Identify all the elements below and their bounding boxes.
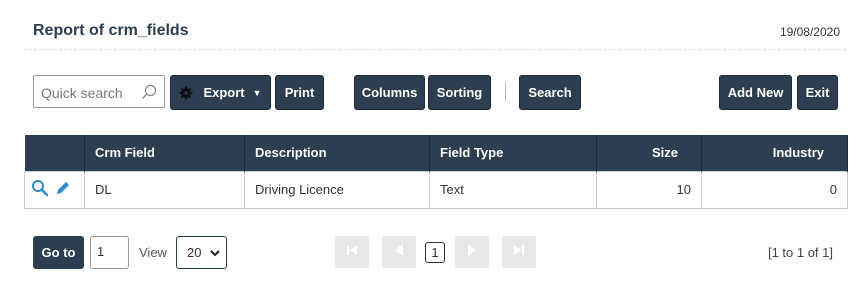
page-size-select[interactable]: 20 [176,236,227,269]
column-header-industry[interactable]: Industry [701,135,848,171]
cell-description: Driving Licence [244,170,430,209]
last-page-button[interactable] [502,236,536,268]
next-page-button[interactable] [455,236,489,268]
chevron-down-icon [210,245,220,260]
view-icon[interactable] [31,179,49,200]
sorting-button[interactable]: Sorting [428,75,491,110]
page-size-value: 20 [187,245,202,260]
cell-industry: 0 [701,170,848,209]
actions-column-header [24,135,85,171]
column-header-crm-field[interactable]: Crm Field [84,135,245,171]
previous-page-button[interactable] [382,236,416,268]
goto-button[interactable]: Go to [33,236,84,269]
cell-field-type: Text [429,170,597,209]
columns-button[interactable]: Columns [354,75,425,110]
previous-page-icon [393,243,405,261]
current-page-indicator[interactable]: 1 [425,242,445,263]
first-page-button[interactable] [335,236,369,268]
view-label: View [139,245,167,260]
cell-crm-field: DL [84,170,245,209]
page-title: Report of crm_fields [33,22,189,39]
row-actions [24,170,85,209]
export-label: Export [203,85,245,100]
goto-page-input[interactable]: 1 [90,236,129,269]
column-header-field-type[interactable]: Field Type [429,135,597,171]
table-header-row: Crm Field Description Field Type Size In… [24,135,848,171]
search-button[interactable]: Search [519,75,581,110]
quick-search-input[interactable]: Quick search [33,75,165,108]
column-header-size[interactable]: Size [596,135,702,171]
edit-icon[interactable] [55,180,71,199]
quick-search-placeholder: Quick search [41,85,123,101]
add-new-button[interactable]: Add New [719,75,792,110]
print-button[interactable]: Print [275,75,324,110]
toolbar-separator [505,82,506,101]
next-page-icon [466,243,478,261]
crm-fields-table: Crm Field Description Field Type Size In… [24,135,848,209]
table-row: DL Driving Licence Text 10 0 [24,170,848,209]
first-page-icon [346,243,358,261]
cell-size: 10 [596,170,702,209]
header-divider [24,49,846,50]
export-button[interactable]: Export ▼ [170,75,271,110]
caret-down-icon: ▼ [252,87,262,98]
search-icon[interactable] [141,84,157,105]
gear-icon [179,86,193,100]
report-date: 19/08/2020 [779,25,840,39]
exit-button[interactable]: Exit [797,75,838,110]
column-header-description[interactable]: Description [244,135,430,171]
record-range: [1 to 1 of 1] [767,245,833,260]
last-page-icon [513,243,525,261]
